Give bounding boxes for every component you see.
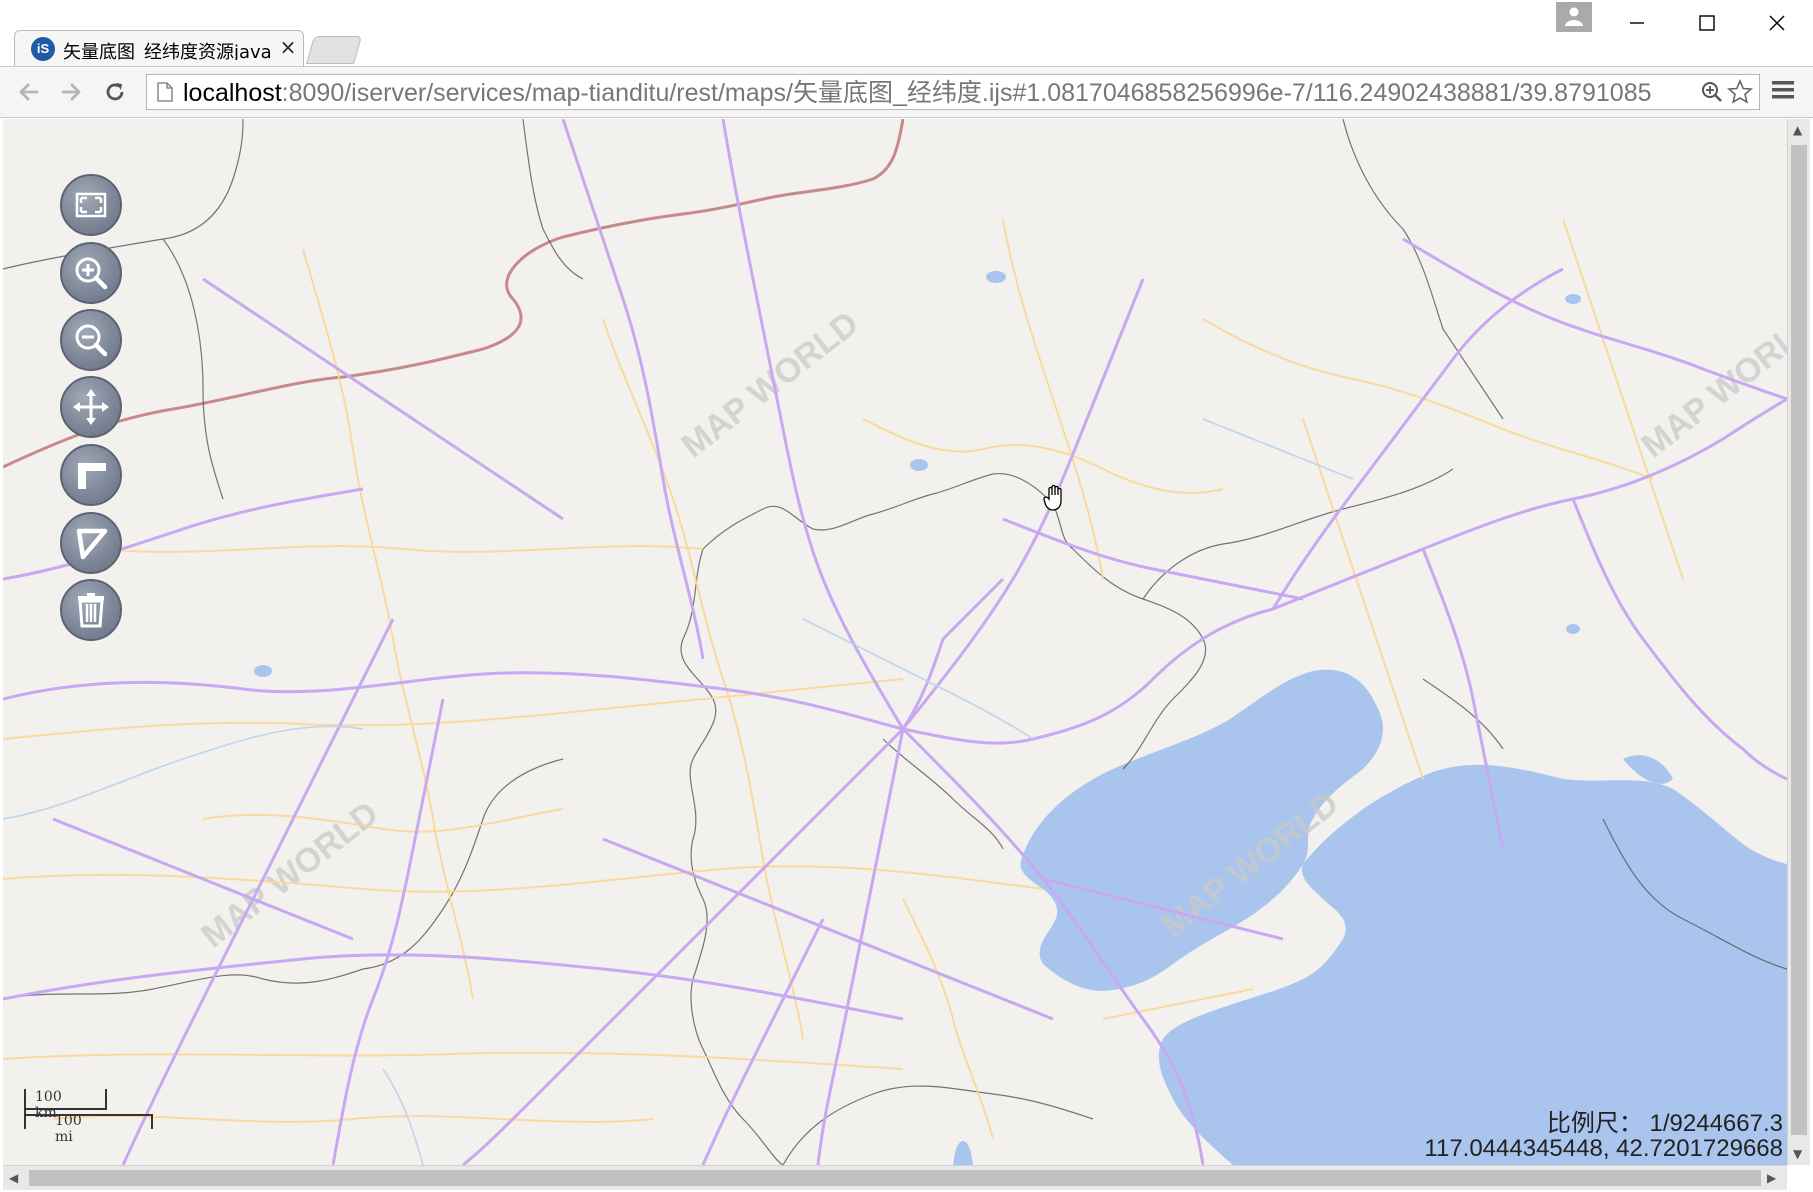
profile-button[interactable] bbox=[1556, 2, 1592, 32]
mouse-coordinates-text: 117.0444345448, 42.7201729668 bbox=[1424, 1135, 1783, 1162]
measure-area-button[interactable] bbox=[60, 512, 122, 574]
area-triangle-icon bbox=[76, 528, 108, 560]
scale-imperial-label: 100 mi bbox=[55, 1113, 82, 1145]
map-tiles: MAP WORLD MAP WORLD MAP WORLD MAP WORLD bbox=[3, 119, 1787, 1165]
bookmark-star-icon[interactable] bbox=[1727, 79, 1753, 105]
new-tab-button[interactable] bbox=[305, 36, 363, 64]
address-bar[interactable]: localhost:8090/iserver/services/map-tian… bbox=[146, 74, 1760, 110]
reload-button[interactable] bbox=[98, 75, 132, 109]
url-host: localhost bbox=[183, 79, 282, 107]
zoom-out-icon bbox=[75, 324, 108, 357]
browser-tab[interactable]: iS 矢量底图_经纬度资源java × bbox=[14, 30, 304, 66]
pan-button[interactable] bbox=[60, 376, 122, 438]
close-icon bbox=[1769, 15, 1785, 31]
reload-icon bbox=[106, 83, 124, 101]
horizontal-scroll-thumb[interactable] bbox=[29, 1170, 1761, 1186]
tab-favicon: iS bbox=[31, 37, 55, 61]
hand-cursor-icon bbox=[1043, 484, 1062, 511]
page-icon bbox=[157, 82, 173, 102]
close-window-button[interactable] bbox=[1742, 0, 1813, 44]
minimize-icon bbox=[1630, 22, 1644, 24]
tab-title: 矢量底图_经纬度资源java bbox=[63, 42, 272, 60]
url-text: localhost:8090/iserver/services/map-tian… bbox=[183, 79, 1683, 107]
browser-titlebar: iS 矢量底图_经纬度资源java × bbox=[0, 0, 1813, 67]
back-button[interactable] bbox=[12, 75, 46, 109]
trash-icon bbox=[78, 593, 104, 628]
forward-arrow-icon bbox=[61, 83, 81, 101]
back-arrow-icon bbox=[19, 83, 39, 101]
ruler-icon bbox=[78, 463, 106, 489]
scroll-down-arrow-icon[interactable]: ▼ bbox=[1793, 1147, 1802, 1161]
browser-toolbar: localhost:8090/iserver/services/map-tian… bbox=[0, 67, 1813, 118]
vertical-scroll-thumb[interactable] bbox=[1791, 145, 1807, 1135]
zoom-icon[interactable] bbox=[1701, 81, 1723, 103]
full-extent-button[interactable] bbox=[60, 174, 122, 236]
scroll-up-arrow-icon[interactable]: ▲ bbox=[1793, 123, 1802, 137]
map-viewport[interactable]: MAP WORLD MAP WORLD MAP WORLD MAP WORLD bbox=[3, 119, 1787, 1165]
zoom-out-button[interactable] bbox=[60, 309, 122, 371]
horizontal-scrollbar[interactable]: ◀ ▶ bbox=[3, 1165, 1787, 1190]
maximize-icon bbox=[1699, 15, 1715, 31]
hamburger-menu-icon bbox=[1772, 81, 1794, 99]
zoom-in-icon bbox=[75, 257, 108, 290]
tab-close-button[interactable]: × bbox=[277, 35, 299, 59]
user-icon bbox=[1565, 7, 1583, 26]
scroll-right-arrow-icon[interactable]: ▶ bbox=[1767, 1171, 1776, 1185]
scale-ratio-text: 比例尺： 1/9244667.3 bbox=[1546, 1110, 1783, 1137]
browser-menu-button[interactable] bbox=[1770, 77, 1804, 107]
clear-button[interactable] bbox=[60, 579, 122, 641]
vertical-scrollbar[interactable]: ▲ ▼ bbox=[1787, 119, 1810, 1165]
forward-button[interactable] bbox=[54, 75, 88, 109]
zoom-in-button[interactable] bbox=[60, 242, 122, 304]
url-path: :8090/iserver/services/map-tianditu/rest… bbox=[281, 79, 1652, 107]
pan-arrows-icon bbox=[73, 389, 109, 425]
maximize-button[interactable] bbox=[1672, 0, 1744, 44]
fullscreen-icon bbox=[75, 192, 107, 218]
measure-distance-button[interactable] bbox=[60, 444, 122, 506]
minimize-button[interactable] bbox=[1602, 0, 1674, 44]
scroll-left-arrow-icon[interactable]: ◀ bbox=[9, 1171, 18, 1185]
